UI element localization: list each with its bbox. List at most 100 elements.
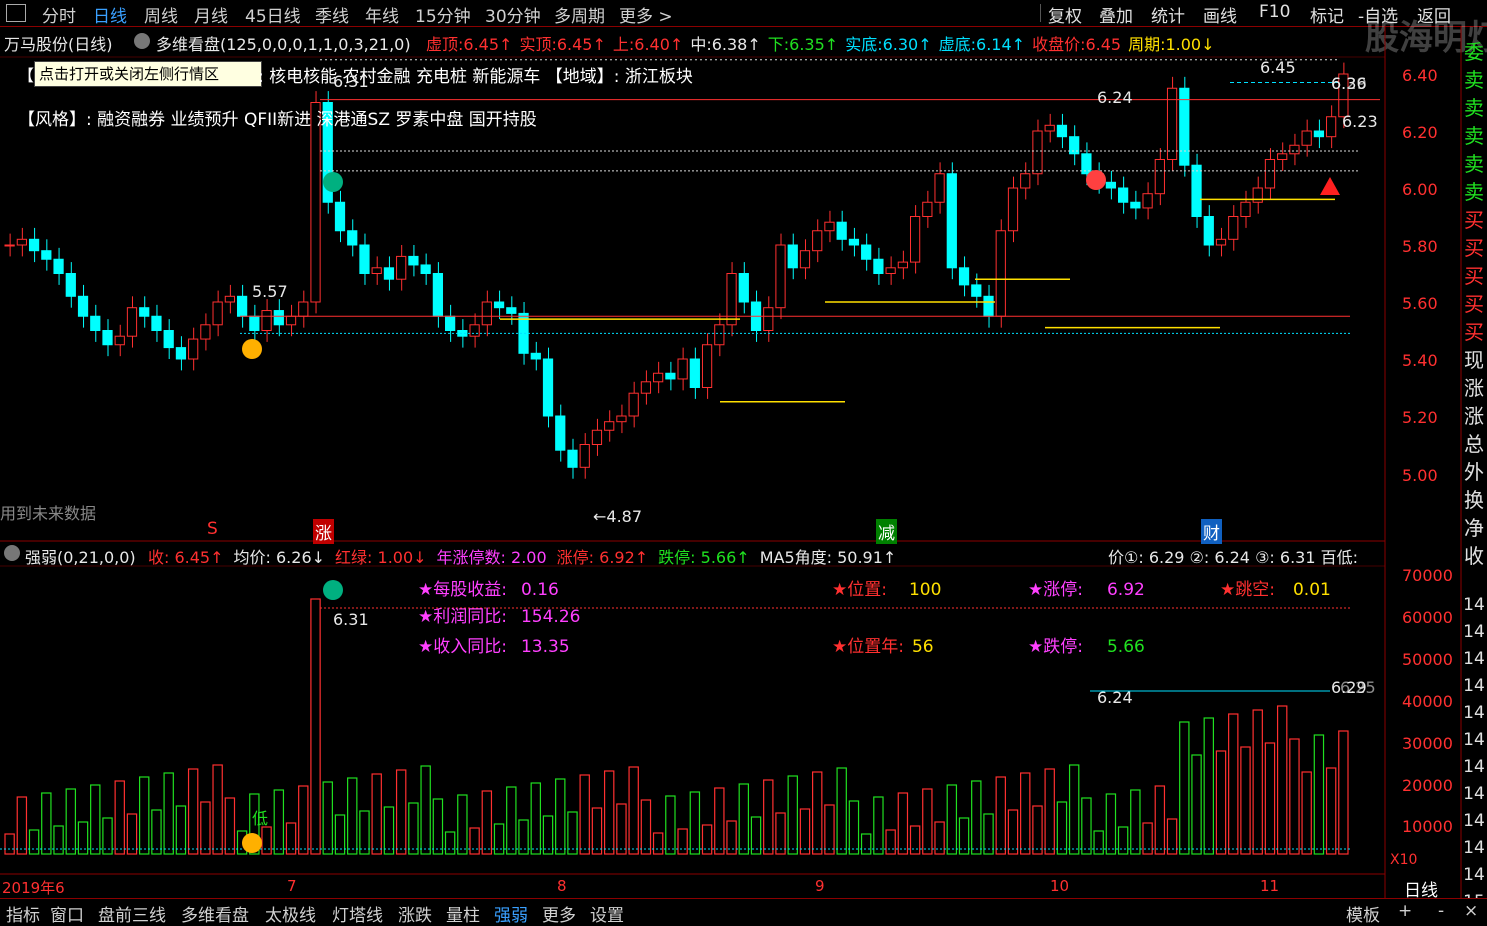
- up-arrow-icon: [242, 833, 262, 853]
- volume-bar: [799, 808, 811, 855]
- volume-chart[interactable]: [0, 566, 1385, 874]
- volume-bar: [897, 792, 909, 855]
- tab-updown[interactable]: 涨跌: [398, 901, 432, 926]
- volume-bar: [126, 813, 138, 855]
- sub-indicator-fields: 收: 6.45↑ 均价: 6.26↓ 红绿: 1.00↓ 年涨停数: 2.00 涨停: …: [148, 544, 906, 568]
- volume-bar: [1264, 742, 1276, 855]
- volume-bar: [971, 780, 982, 855]
- event-marker-cai[interactable]: 财: [1201, 519, 1222, 544]
- candle-body: [701, 344, 713, 388]
- right-column-label: 买: [1464, 208, 1484, 232]
- event-marker-zhang[interactable]: 涨: [313, 519, 334, 544]
- candle-body: [958, 267, 970, 286]
- candle-body: [1007, 187, 1019, 232]
- candle-body: [347, 230, 358, 246]
- style-line: 【风格】: 融资融券 业绩预升 QFII新进 深港通SZ 罗素中盘 国开持股: [18, 110, 537, 130]
- tab-indicator[interactable]: 指标: [6, 901, 40, 926]
- volume-bar: [1117, 826, 1129, 855]
- volume-tick: 30000: [1402, 734, 1453, 753]
- volume-bar: [787, 775, 798, 855]
- price-tick: 5.00: [1402, 466, 1438, 485]
- candle-body: [995, 230, 1006, 317]
- template-button[interactable]: 模板: [1346, 901, 1380, 926]
- candle-body: [775, 244, 786, 309]
- candle-body: [799, 250, 811, 269]
- right-column-number: 14: [1463, 730, 1485, 750]
- candle-body: [359, 244, 370, 274]
- volume-bar: [1215, 750, 1227, 855]
- zoom-in-button[interactable]: +: [1398, 901, 1412, 921]
- future-data-note: 用到未来数据: [0, 504, 97, 523]
- red-ball-icon: [1086, 170, 1106, 190]
- candle-body: [861, 244, 872, 260]
- volume-bar: [1179, 721, 1190, 855]
- concept-bracket: 【: [18, 66, 35, 85]
- candle-body: [1044, 124, 1055, 132]
- volume-bar: [1020, 772, 1031, 855]
- tab-strength[interactable]: 强弱: [494, 901, 528, 926]
- candle-body: [628, 392, 639, 417]
- tab-settings[interactable]: 设置: [590, 901, 624, 926]
- sub-indicator-right-info: 价①: 6.29 ②: 6.24 ③: 6.31 百低:: [1108, 548, 1358, 567]
- candle-body: [1020, 173, 1031, 189]
- sub-indicator-field: 跌停: 5.66↑: [658, 548, 750, 567]
- tab-more-indicators[interactable]: 更多: [542, 901, 576, 926]
- sub-indicator-name[interactable]: 强弱(0,21,0,0): [25, 544, 136, 568]
- volume-bar: [567, 811, 578, 855]
- candle-body: [946, 173, 957, 269]
- tab-window[interactable]: 窗口: [50, 901, 84, 926]
- candle-body: [175, 347, 187, 360]
- candle-body: [114, 335, 125, 346]
- candle-body: [1313, 130, 1325, 138]
- zoom-out-button[interactable]: -: [1438, 901, 1444, 921]
- price-tick: 5.80: [1402, 237, 1438, 256]
- volume-bar: [139, 776, 150, 855]
- event-marker-s[interactable]: S: [207, 519, 218, 539]
- fund-eps: ★每股收益: 0.16: [418, 580, 559, 600]
- price-label-low1: 5.57: [252, 282, 288, 301]
- close-button[interactable]: ×: [1464, 901, 1478, 921]
- volume-bar: [175, 805, 187, 855]
- tab-premarket[interactable]: 盘前三线: [98, 901, 166, 926]
- candle-body: [848, 238, 860, 246]
- tab-lighthouse[interactable]: 灯塔线: [332, 901, 383, 926]
- right-column-label: 涨: [1464, 404, 1484, 428]
- event-marker-jian[interactable]: 减: [876, 519, 897, 544]
- volume-bar: [677, 828, 688, 855]
- tab-volume-bar[interactable]: 量柱: [446, 901, 480, 926]
- tab-taiji[interactable]: 太极线: [265, 901, 316, 926]
- time-tick: 9: [815, 877, 825, 895]
- volume-bar: [16, 796, 28, 855]
- dropdown-icon[interactable]: [4, 545, 20, 561]
- volume-tick: 50000: [1402, 650, 1453, 669]
- volume-bar: [738, 783, 750, 855]
- right-column-label: 委: [1464, 40, 1484, 64]
- time-tick: 8: [557, 877, 567, 895]
- fund-limit-down: ★跌停: 5.66: [1028, 637, 1145, 657]
- right-column-number: 14: [1463, 811, 1485, 831]
- tab-multidim[interactable]: 多维看盘: [181, 901, 249, 926]
- candle-body: [897, 261, 908, 269]
- right-column-label: 买: [1464, 264, 1484, 288]
- fund-revenue-yoy: ★收入同比: 13.35: [418, 637, 570, 657]
- candle-body: [1056, 124, 1068, 138]
- up-arrow-icon: [242, 339, 262, 359]
- down-arrow-icon: [323, 580, 343, 600]
- right-column-label: 买: [1464, 292, 1484, 316]
- volume-bar: [200, 801, 211, 855]
- volume-bar: [665, 795, 676, 855]
- candle-body: [334, 201, 346, 232]
- fund-position: ★位置: 100: [832, 580, 942, 600]
- right-column-number: 14: [1463, 676, 1485, 696]
- volume-bar: [885, 829, 896, 855]
- volume-bar: [481, 790, 493, 855]
- volume-bar: [310, 598, 321, 855]
- volume-tick: 10000: [1402, 817, 1453, 836]
- candle-body: [469, 324, 480, 337]
- right-column-label: 卖: [1464, 124, 1484, 148]
- volume-bar: [1313, 734, 1325, 855]
- candle-body: [506, 307, 517, 314]
- volume-bar: [420, 765, 431, 855]
- candle-body: [689, 358, 700, 388]
- volume-bar: [1252, 709, 1263, 855]
